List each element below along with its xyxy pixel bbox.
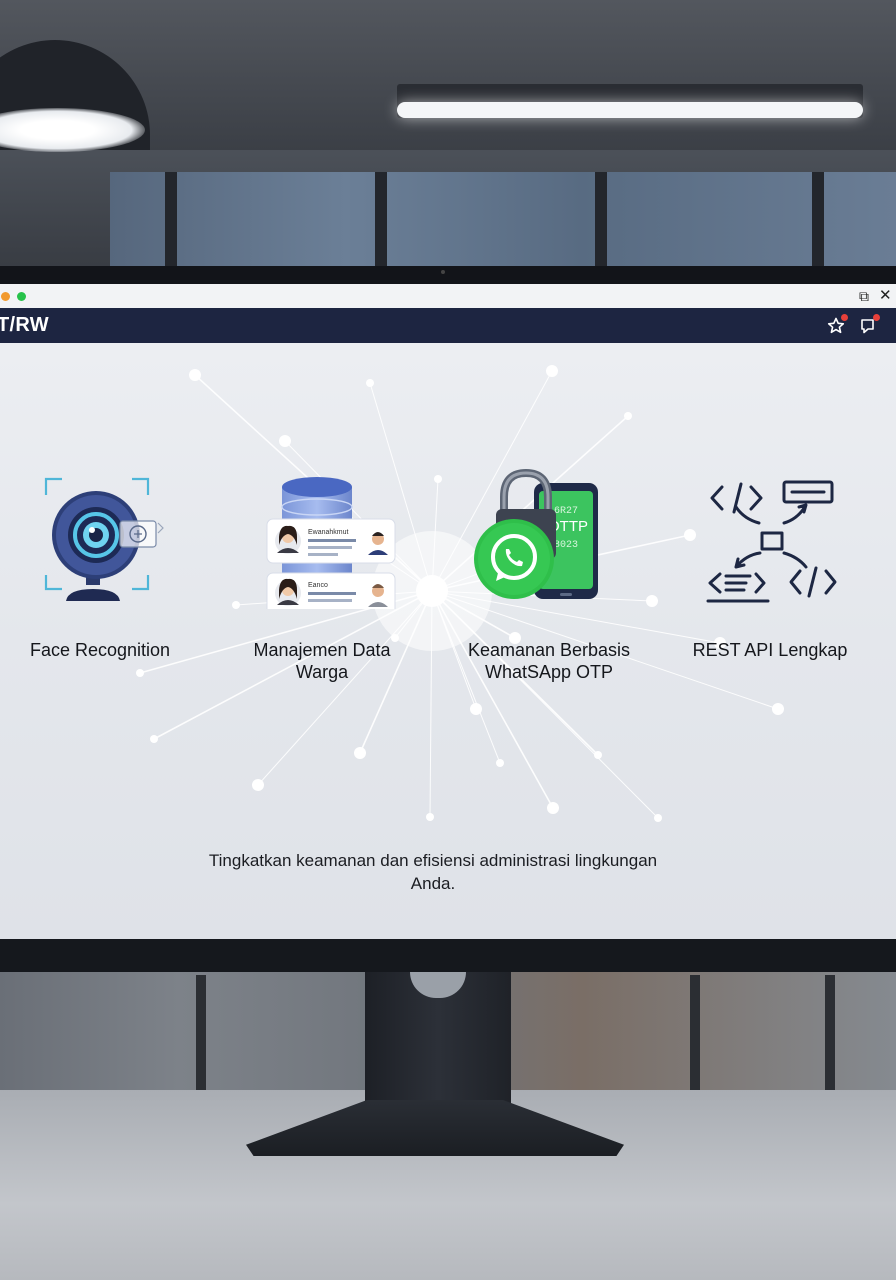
share-icon[interactable]: ⧉	[859, 288, 869, 304]
feature-label-whatsapp-otp: Keamanan Berbasis WhatSApp OTP	[467, 640, 631, 682]
star-icon[interactable]	[826, 314, 848, 336]
light-sparkle	[546, 365, 558, 377]
light-sparkle	[772, 703, 784, 715]
close-icon[interactable]: ✕	[879, 288, 892, 304]
bell-icon[interactable]	[858, 314, 880, 336]
light-sparkle	[624, 412, 632, 420]
light-sparkle	[354, 747, 366, 759]
webcam-dot	[441, 270, 445, 274]
feature-label-face-recognition: Face Recognition	[29, 640, 171, 660]
light-sparkle	[496, 759, 504, 767]
light-ray	[257, 590, 433, 786]
light-sparkle	[594, 751, 602, 759]
ceiling-light-glow	[397, 102, 863, 118]
burst-core	[416, 575, 448, 607]
light-sparkle	[136, 669, 144, 677]
minimize-dot[interactable]	[1, 292, 10, 301]
window-frame	[812, 172, 824, 272]
light-sparkle	[434, 475, 442, 483]
window-frame	[375, 172, 387, 272]
light-sparkle	[654, 814, 662, 822]
light-sparkle	[426, 813, 434, 821]
feature-label-data-warga: Manajemen Data Warga	[253, 640, 391, 682]
otp-line-3: 8023	[554, 540, 578, 551]
window-frame	[165, 172, 177, 272]
webcam-face-scan-icon	[44, 477, 164, 601]
light-sparkle	[684, 529, 696, 541]
notification-badge	[841, 314, 848, 321]
light-sparkle	[232, 601, 240, 609]
light-sparkle	[150, 735, 158, 743]
maximize-dot[interactable]	[17, 292, 26, 301]
main-content: Ewanahkmut Eanco 6R27 OTTP 8023 Face Rec…	[0, 343, 896, 939]
window-titlebar: ⧉ ✕	[0, 284, 896, 309]
light-sparkle	[547, 802, 559, 814]
notification-badge	[873, 314, 880, 321]
feature-label-rest-api: REST API Lengkap	[692, 640, 848, 660]
app-header: T/RW	[0, 308, 896, 343]
monitor-bottom-bezel	[0, 939, 896, 972]
chair-leg	[825, 975, 835, 1090]
window-frame	[595, 172, 607, 272]
api-code-icon	[706, 480, 837, 603]
otp-line-1: 6R27	[554, 506, 578, 517]
database-contacts-icon: Ewanahkmut Eanco	[266, 477, 396, 609]
contact-card-title: Eanco	[308, 582, 328, 589]
light-sparkle	[279, 435, 291, 447]
app-title: T/RW	[0, 314, 49, 336]
light-sparkle	[189, 369, 201, 381]
light-sparkle	[646, 595, 658, 607]
whatsapp-lock-otp-icon: 6R27 OTTP 8023	[474, 469, 598, 599]
chair-leg	[690, 975, 700, 1090]
tagline: Tingkatkan keamanan dan efisiensi admini…	[208, 851, 658, 893]
light-sparkle	[252, 779, 264, 791]
light-sparkle	[366, 379, 374, 387]
contact-card-title: Ewanahkmut	[308, 529, 349, 536]
light-ray	[431, 590, 554, 809]
office-windows	[110, 172, 896, 272]
chair-leg	[196, 975, 206, 1090]
